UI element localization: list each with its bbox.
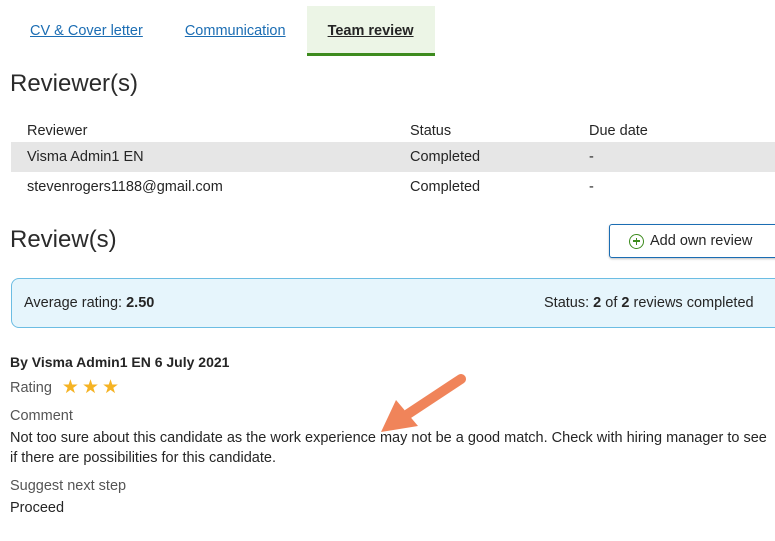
add-own-review-button[interactable]: Add own review bbox=[609, 224, 775, 258]
reviewer-due-date: - bbox=[589, 149, 594, 165]
reviewers-heading: Reviewer(s) bbox=[10, 70, 139, 97]
reviewers-table: Reviewer Status Due date Visma Admin1 EN… bbox=[11, 119, 775, 202]
annotation-arrow bbox=[381, 374, 466, 432]
rating-label: Rating bbox=[10, 380, 52, 396]
reviews-heading: Review(s) bbox=[10, 226, 117, 253]
average-rating-value: 2.50 bbox=[126, 295, 155, 311]
total-count: 2 bbox=[621, 295, 630, 311]
column-header-due-date: Due date bbox=[589, 122, 648, 139]
review-author: By Visma Admin1 EN 6 July 2021 bbox=[10, 354, 230, 370]
tab-bar: CV & Cover letter Communication Team rev… bbox=[10, 6, 435, 56]
reviewer-name: stevenrogers1188@gmail.com bbox=[27, 179, 223, 195]
next-step-label: Suggest next step bbox=[10, 478, 127, 494]
reviewer-name: Visma Admin1 EN bbox=[27, 149, 144, 165]
table-row[interactable]: Visma Admin1 EN Completed - bbox=[11, 142, 775, 172]
reviewer-status: Completed bbox=[410, 179, 481, 195]
star-icon: ★ bbox=[81, 377, 100, 398]
table-row[interactable]: stevenrogers1188@gmail.com Completed - bbox=[11, 172, 775, 202]
average-rating: Average rating: 2.50 bbox=[24, 295, 155, 311]
tab-communication[interactable]: Communication bbox=[164, 6, 307, 56]
star-icon: ★ bbox=[102, 377, 120, 398]
reviewer-status: Completed bbox=[410, 149, 481, 165]
next-step-value: Proceed bbox=[10, 500, 65, 516]
plus-circle-icon bbox=[629, 233, 644, 249]
tab-team-review[interactable]: Team review bbox=[306, 6, 435, 56]
column-header-status: Status bbox=[410, 122, 452, 139]
column-header-reviewer: Reviewer bbox=[27, 122, 88, 139]
reviewer-due-date: - bbox=[589, 179, 594, 195]
rating-summary-panel: Average rating: 2.50 Status: 2 of 2 revi… bbox=[11, 278, 775, 328]
completed-count: 2 bbox=[593, 295, 602, 311]
star-icon: ★ bbox=[61, 377, 79, 398]
add-own-review-label: Add own review bbox=[650, 233, 753, 249]
tab-cv-cover-letter[interactable]: CV & Cover letter bbox=[10, 6, 164, 56]
table-header-row: Reviewer Status Due date bbox=[11, 119, 775, 142]
rating-stars: ★ ★ ★ bbox=[62, 378, 122, 398]
review-status: Status: 2 of 2 reviews completed bbox=[544, 295, 754, 311]
